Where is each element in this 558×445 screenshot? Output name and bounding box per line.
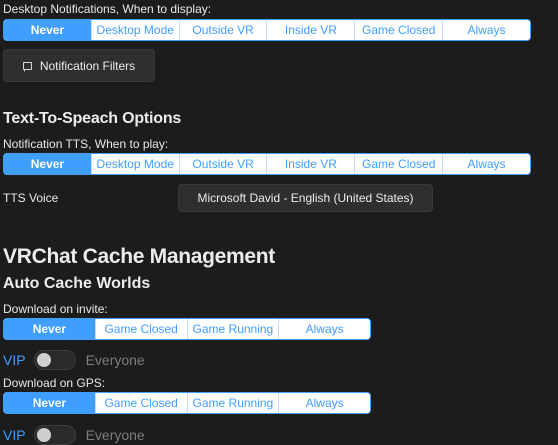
invite-vip-switch[interactable]	[33, 350, 76, 370]
gps-everyone-label: Everyone	[85, 427, 145, 443]
settings-page: Desktop Notifications, When to display: …	[0, 0, 558, 445]
invite-option-never[interactable]: Never	[4, 319, 95, 339]
tts-option-inside-vr[interactable]: Inside VR	[266, 154, 355, 174]
notification-filters-button[interactable]: Notification Filters	[3, 49, 155, 82]
desktop-notif-option-never[interactable]: Never	[4, 20, 91, 40]
gps-option-game-closed[interactable]: Game Closed	[94, 393, 187, 413]
tts-section-title: Text-To-Speach Options	[3, 110, 182, 127]
gps-option-game-running[interactable]: Game Running	[186, 393, 279, 413]
invite-option-always[interactable]: Always	[278, 319, 370, 339]
download-gps-segmented: Never Game Closed Game Running Always	[3, 392, 371, 414]
gps-vip-label: VIP	[3, 427, 26, 443]
desktop-notif-option-game-closed[interactable]: Game Closed	[354, 20, 443, 40]
gps-vip-switch[interactable]	[33, 425, 76, 445]
gps-vip-toggle-row: VIP Everyone	[3, 424, 145, 445]
invite-option-game-closed[interactable]: Game Closed	[94, 319, 187, 339]
chat-bubble-icon	[22, 61, 32, 73]
invite-switch-knob	[36, 353, 51, 367]
tts-option-always[interactable]: Always	[442, 154, 530, 174]
desktop-notif-option-outside-vr[interactable]: Outside VR	[178, 20, 267, 40]
tts-option-game-closed[interactable]: Game Closed	[354, 154, 443, 174]
download-invite-segmented: Never Game Closed Game Running Always	[3, 318, 371, 340]
invite-option-game-running[interactable]: Game Running	[186, 319, 279, 339]
tts-label: Notification TTS, When to play:	[3, 137, 169, 151]
download-invite-label: Download on invite:	[3, 302, 108, 316]
invite-everyone-label: Everyone	[85, 352, 145, 368]
desktop-notif-option-always[interactable]: Always	[442, 20, 530, 40]
tts-option-outside-vr[interactable]: Outside VR	[178, 154, 267, 174]
desktop-notifications-segmented: Never Desktop Mode Outside VR Inside VR …	[3, 19, 531, 41]
cache-section-title: VRChat Cache Management	[3, 245, 275, 268]
tts-option-never[interactable]: Never	[4, 154, 91, 174]
desktop-notifications-label: Desktop Notifications, When to display:	[3, 2, 212, 16]
desktop-notif-option-inside-vr[interactable]: Inside VR	[266, 20, 355, 40]
tts-voice-label: TTS Voice	[3, 191, 59, 205]
invite-vip-toggle-row: VIP Everyone	[3, 349, 145, 371]
gps-switch-knob	[36, 428, 51, 442]
download-gps-label: Download on GPS:	[3, 376, 106, 390]
tts-option-desktop-mode[interactable]: Desktop Mode	[90, 154, 179, 174]
invite-vip-label: VIP	[3, 352, 26, 368]
gps-option-never[interactable]: Never	[4, 393, 95, 413]
tts-segmented: Never Desktop Mode Outside VR Inside VR …	[3, 153, 531, 175]
notification-filters-label: Notification Filters	[39, 58, 136, 73]
auto-cache-subtitle: Auto Cache Worlds	[3, 275, 151, 292]
tts-voice-select[interactable]: Microsoft David - English (United States…	[178, 184, 433, 212]
tts-voice-value: Microsoft David - English (United States…	[197, 191, 414, 205]
desktop-notif-option-desktop-mode[interactable]: Desktop Mode	[90, 20, 179, 40]
gps-option-always[interactable]: Always	[278, 393, 370, 413]
